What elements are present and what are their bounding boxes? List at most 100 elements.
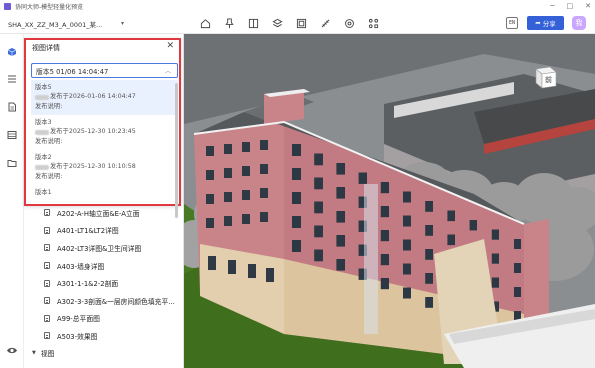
window — [491, 229, 499, 240]
window — [469, 220, 477, 231]
tree-group-views[interactable]: ▼ 视图 — [24, 345, 184, 361]
author-redacted — [35, 94, 49, 100]
share-node-icon[interactable] — [366, 16, 381, 30]
window — [314, 249, 323, 262]
split-view-icon[interactable] — [246, 16, 261, 30]
settings-icon[interactable] — [342, 16, 357, 30]
maximize-button[interactable]: □ — [567, 2, 574, 10]
drawing-icon — [44, 332, 50, 340]
tree-item[interactable]: A202-A-H轴立面&E-A立面 — [24, 204, 184, 222]
window — [336, 235, 345, 247]
app-title: 协同大师-模型轻量化预览 — [15, 3, 84, 11]
version-item[interactable]: 版本5 发布于2026-01-06 14:04:47 发布说明: — [31, 80, 178, 115]
tree-item[interactable]: A503-效果图 — [24, 327, 184, 345]
window — [425, 225, 433, 236]
minimize-button[interactable]: ─ — [550, 2, 554, 10]
version-details-popup: 视图详情 ✕ 版本5 01/06 14:04:47 ︿ 版本5 发布于2026-… — [24, 38, 181, 218]
tool-icons — [198, 16, 381, 30]
window — [491, 277, 499, 288]
share-button[interactable]: ➦ 分享 — [527, 16, 564, 30]
view-cube[interactable]: 前 — [528, 62, 558, 92]
window — [425, 273, 433, 284]
share-arrow-icon: ➦ — [535, 19, 541, 27]
author-redacted — [35, 164, 49, 170]
scrollbar[interactable] — [175, 83, 178, 218]
selected-version: 版本5 01/06 14:04:47 — [36, 67, 109, 76]
window — [314, 153, 323, 166]
version-item[interactable]: 版本2 发布于2025-12-30 10:10:58 发布说明: — [31, 150, 178, 185]
window — [447, 210, 455, 222]
window — [380, 254, 389, 266]
window — [380, 182, 389, 194]
window — [336, 163, 345, 175]
window — [403, 239, 411, 251]
drawing-icon — [44, 209, 50, 217]
close-icon[interactable]: ✕ — [166, 41, 174, 51]
tree-item[interactable]: A301-1-1&2-2剖面 — [24, 274, 184, 292]
home-icon[interactable] — [198, 16, 213, 30]
model-viewport[interactable]: 前 — [184, 34, 595, 368]
window — [491, 253, 499, 264]
window — [292, 216, 301, 228]
app-logo-icon — [4, 2, 11, 10]
toolbar: SHA_XX_ZZ_M3_A_0001_某... ▾ EN ➦ 分享 我 — [0, 12, 595, 34]
window — [380, 230, 389, 242]
pin-icon[interactable] — [222, 16, 237, 30]
drawing-icon — [44, 262, 50, 270]
version-select[interactable]: 版本5 01/06 14:04:47 ︿ — [31, 63, 178, 78]
list-icon[interactable] — [6, 73, 18, 85]
tree-item[interactable]: A99-总平面图 — [24, 310, 184, 328]
window — [403, 215, 411, 227]
tree-item[interactable]: A403-墙身详图 — [24, 257, 184, 275]
drawing-icon — [44, 279, 50, 287]
window — [292, 240, 301, 252]
window — [403, 287, 411, 299]
window — [403, 191, 411, 203]
window — [425, 297, 433, 308]
view-tree: A202-A-H轴立面&E-A立面 A401-LT1&LT2详图 A402-LT… — [24, 204, 184, 361]
window — [314, 177, 323, 190]
window — [292, 144, 301, 156]
tree-item[interactable]: A302-3-3剖面&一层房间颜色填充平... — [24, 292, 184, 310]
left-rail — [0, 34, 24, 368]
version-item[interactable]: 版本1 — [31, 185, 178, 200]
model-name: SHA_XX_ZZ_M3_A_0001_某... — [8, 20, 103, 29]
language-button[interactable]: EN — [506, 17, 518, 29]
window-controls: ─ □ ✕ — [550, 0, 591, 12]
version-item[interactable]: 版本3 发布于2025-12-30 10:23:45 发布说明: — [31, 115, 178, 150]
window — [314, 225, 323, 238]
title-bar: 协同大师-模型轻量化预览 ─ □ ✕ — [0, 0, 595, 12]
tree-item[interactable]: A401-LT1&LT2详图 — [24, 222, 184, 240]
eye-icon[interactable] — [6, 346, 18, 355]
window — [358, 172, 367, 184]
layers-icon[interactable] — [270, 16, 285, 30]
drawing-icon — [44, 244, 50, 252]
close-window-button[interactable]: ✕ — [585, 2, 591, 10]
window — [380, 206, 389, 218]
drawing-icon — [44, 297, 50, 305]
tree-item[interactable]: A402-LT3详图&卫生间详图 — [24, 239, 184, 257]
folder-icon[interactable] — [6, 157, 18, 169]
document-icon[interactable] — [6, 101, 18, 113]
window — [380, 278, 389, 290]
measure-icon[interactable] — [318, 16, 333, 30]
popup-title: 视图详情 — [32, 44, 60, 52]
window — [292, 168, 301, 180]
window — [314, 201, 323, 214]
window — [425, 201, 433, 212]
window — [403, 263, 411, 275]
window — [336, 187, 345, 199]
section-icon[interactable] — [294, 16, 309, 30]
drawing-icon — [44, 314, 50, 322]
avatar[interactable]: 我 — [572, 16, 586, 30]
cube-icon[interactable] — [6, 46, 18, 58]
chevron-down-icon: ▾ — [120, 20, 124, 27]
table-icon[interactable] — [6, 129, 18, 141]
author-redacted — [35, 129, 49, 135]
version-list: 版本5 发布于2026-01-06 14:04:47 发布说明: 版本3 发布于… — [31, 80, 178, 204]
model-select[interactable]: SHA_XX_ZZ_M3_A_0001_某... ▾ — [8, 17, 126, 30]
window — [447, 234, 455, 246]
caret-down-icon: ▼ — [32, 349, 36, 356]
window — [425, 249, 433, 260]
window — [336, 259, 345, 271]
